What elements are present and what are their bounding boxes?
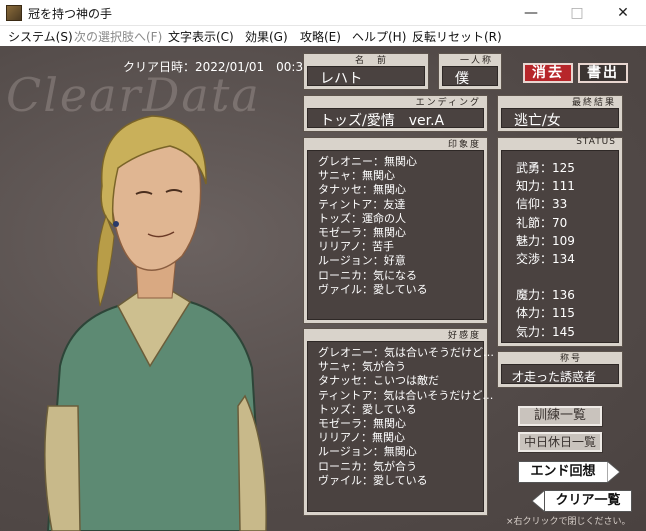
character-name: レハト bbox=[320, 71, 363, 87]
list-item: タナッセ：こいつは敵だ bbox=[318, 374, 439, 388]
affection-panel-title: 好感度 bbox=[447, 331, 481, 341]
stat-faith: 信仰：33 bbox=[516, 197, 568, 212]
name-panel: 名 前 レハト bbox=[303, 53, 429, 90]
minimize-button[interactable]: — bbox=[508, 0, 554, 26]
character-portrait bbox=[40, 106, 270, 531]
impression-panel: 印象度 グレオニー：無関心 サニャ：無関心 タナッセ：無関心 ティントア：友達 … bbox=[303, 137, 488, 324]
list-item: ヴァイル：愛している bbox=[318, 282, 428, 296]
menu-strategy[interactable]: 攻略(E) bbox=[300, 28, 341, 45]
clear-date: クリア日時：2022/01/01 00:38 bbox=[123, 60, 311, 74]
clear-data-screen: ClearData クリア日時：2022/01/01 00:38 名 前 レハト… bbox=[0, 46, 646, 531]
app-icon bbox=[6, 5, 22, 21]
pronoun-panel: 一人称 僕 bbox=[438, 53, 502, 90]
list-item: ローニカ：気になる bbox=[318, 268, 417, 282]
delete-button[interactable]: 消去 bbox=[523, 63, 573, 83]
ending-review-button[interactable]: エンド回想 bbox=[518, 461, 620, 483]
list-item: トッズ：愛している bbox=[318, 402, 417, 416]
menu-text-display[interactable]: 文字表示(C) bbox=[168, 28, 234, 45]
title-value: 才走った誘惑者 bbox=[512, 370, 597, 384]
final-result-panel: 最終結果 逃亡/女 bbox=[497, 95, 623, 132]
window-title: 冠を持つ神の手 bbox=[28, 7, 113, 21]
stat-intellect: 知力：111 bbox=[516, 179, 575, 194]
status-panel: STATUS 武勇：125 知力：111 信仰：33 礼節：70 魅力：109 … bbox=[497, 137, 623, 347]
affection-list: グレオニー：気は合いそうだけど… サニャ：気が合う タナッセ：こいつは敵だ ティ… bbox=[318, 346, 494, 488]
menu-reverse-reset[interactable]: 反転リセット(R) bbox=[412, 28, 502, 45]
clear-list-button[interactable]: クリア一覧 bbox=[532, 490, 632, 512]
pronoun-panel-title: 一人称 bbox=[459, 56, 493, 66]
status-list: 武勇：125 知力：111 信仰：33 礼節：70 魅力：109 交渉：134 … bbox=[516, 159, 575, 341]
output-button[interactable]: 書出 bbox=[578, 63, 628, 83]
stat-charm: 魅力：109 bbox=[516, 233, 575, 248]
holiday-list-button[interactable]: 中日休日一覧 bbox=[518, 432, 602, 452]
name-panel-title: 名 前 bbox=[354, 56, 388, 66]
menu-system[interactable]: システム(S) bbox=[8, 28, 73, 45]
stat-negotiation: 交渉：134 bbox=[516, 252, 575, 267]
ending-value: トッズ/愛情 ver.A bbox=[320, 113, 445, 129]
arrow-right-icon bbox=[607, 461, 620, 483]
final-result-value: 逃亡/女 bbox=[514, 113, 561, 129]
list-item: トッズ：運命の人 bbox=[318, 211, 406, 225]
list-item: グレオニー：気は合いそうだけど… bbox=[318, 346, 494, 359]
list-item: タナッセ：無関心 bbox=[318, 183, 406, 197]
menu-effects[interactable]: 効果(G) bbox=[245, 28, 288, 45]
list-item: ティントア：友達 bbox=[318, 197, 406, 211]
list-item: ヴァイル：愛している bbox=[318, 473, 428, 487]
list-item: リリアノ：無関心 bbox=[318, 431, 406, 445]
footer-note: ×右クリックで閉じください。 bbox=[506, 517, 631, 527]
title-panel-title: 称号 bbox=[559, 354, 582, 364]
stat-magic: 魔力：136 bbox=[516, 288, 575, 303]
final-result-title: 最終結果 bbox=[571, 98, 616, 108]
ending-panel: エンディング トッズ/愛情 ver.A bbox=[303, 95, 488, 132]
affection-panel: 好感度 グレオニー：気は合いそうだけど… サニャ：気が合う タナッセ：こいつは敵… bbox=[303, 328, 494, 516]
close-button[interactable]: ✕ bbox=[600, 0, 646, 26]
list-item: ティントア：気は合いそうだけど… bbox=[318, 388, 494, 402]
impression-panel-title: 印象度 bbox=[447, 140, 481, 150]
ending-panel-title: エンディング bbox=[415, 98, 481, 108]
list-item: モゼーラ：無関心 bbox=[318, 417, 406, 431]
list-item: リリアノ：苦手 bbox=[318, 240, 395, 254]
stat-willpower: 気力：145 bbox=[516, 324, 575, 339]
menu-next-choice[interactable]: 次の選択肢へ(F) bbox=[74, 28, 162, 45]
list-item: ルージョン：無関心 bbox=[318, 445, 417, 459]
list-item: サニャ：無関心 bbox=[318, 169, 395, 183]
list-item: ローニカ：気が合う bbox=[318, 459, 417, 473]
menu-bar: システム(S) 次の選択肢へ(F) 文字表示(C) 効果(G) 攻略(E) ヘル… bbox=[0, 26, 646, 46]
pronoun-value: 僕 bbox=[455, 71, 469, 87]
title-panel: 称号 才走った誘惑者 bbox=[497, 351, 623, 388]
menu-help[interactable]: ヘルプ(H) bbox=[352, 28, 406, 45]
list-item: ルージョン：好意 bbox=[318, 254, 406, 268]
training-list-button[interactable]: 訓練一覧 bbox=[518, 406, 602, 426]
maximize-button[interactable]: □ bbox=[554, 0, 600, 26]
list-item: グレオニー：無関心 bbox=[318, 155, 417, 168]
impression-list: グレオニー：無関心 サニャ：無関心 タナッセ：無関心 ティントア：友達 トッズ：… bbox=[318, 155, 428, 297]
stat-etiquette: 礼節：70 bbox=[516, 215, 568, 230]
list-item: サニャ：気が合う bbox=[318, 360, 406, 374]
status-panel-title: STATUS bbox=[576, 137, 616, 147]
window-titlebar: 冠を持つ神の手 — □ ✕ bbox=[0, 0, 646, 26]
stat-bravery: 武勇：125 bbox=[516, 161, 575, 175]
stat-stamina: 体力：115 bbox=[516, 306, 575, 321]
list-item: モゼーラ：無関心 bbox=[318, 226, 406, 240]
